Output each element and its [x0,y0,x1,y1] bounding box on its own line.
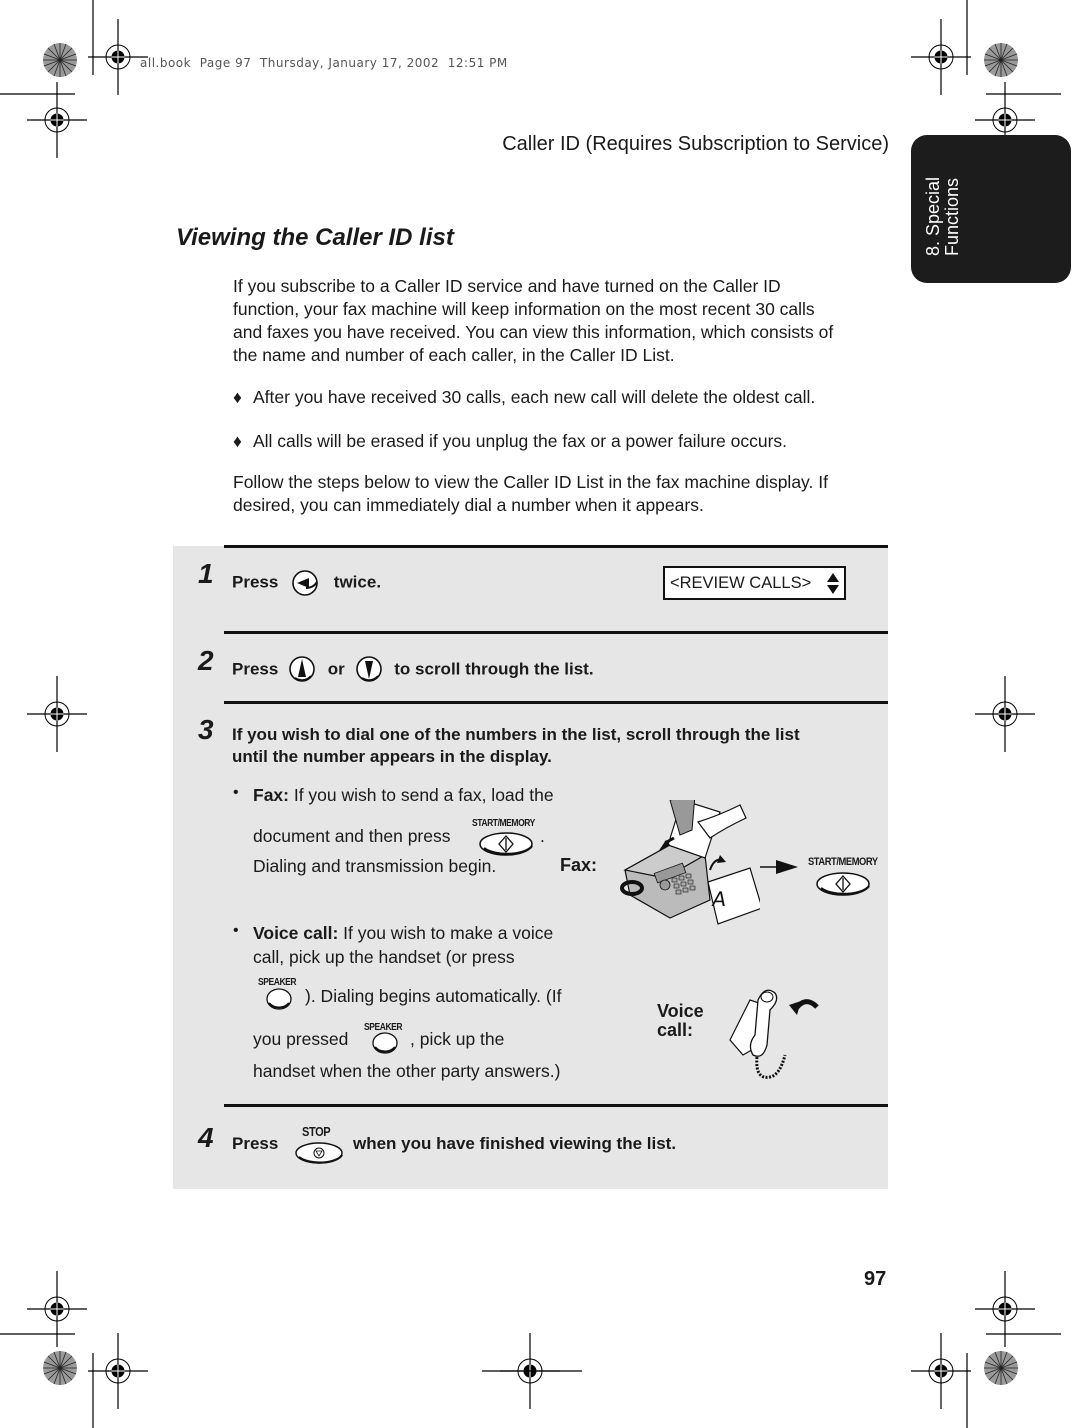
crosshair-mark-icon [974,675,1036,753]
running-header: Caller ID (Requires Subscription to Serv… [502,133,889,155]
crosshair-mark-icon [974,1270,1036,1348]
diamond-bullet-icon: ♦ [233,431,242,451]
step-divider [224,631,888,634]
voice-figure-label: Voice call: [657,1002,704,1040]
start-memory-key-label: START/MEMORY [472,818,535,829]
step-text-part: Press [232,572,279,592]
up-down-arrows-icon [827,573,839,594]
fax-text: Dialing and transmission begin. [253,856,497,876]
speaker-key-icon[interactable] [266,988,294,1012]
crosshair-mark-icon [87,18,149,96]
start-memory-key-icon [816,872,870,896]
chapter-tab-line1: 8. Special [923,176,943,256]
fax-instruction-line: document and then press [253,825,451,848]
sub-bullet-icon: • [233,922,239,939]
stop-key-icon[interactable] [294,1141,348,1167]
step-number: 1 [198,558,214,589]
step-text-part: or [327,659,345,679]
voice-instruction-line: Voice call: If you wish to make a voice [253,922,553,945]
crosshair-mark-icon [26,675,88,753]
lcd-text: <REVIEW CALLS> [670,574,812,592]
crosshair-mark-icon [26,1270,88,1348]
stop-key-label: STOP [302,1124,331,1139]
step-text-part: twice. [333,572,382,592]
voice-instruction-line: call, pick up the handset (or press [253,946,515,969]
fax-text: If you wish to send a fax, load the [288,785,554,805]
color-bar-mark-icon [42,42,78,78]
start-memory-figure-label: START/MEMORY [808,856,878,868]
follow-paragraph: Follow the steps below to view the Calle… [233,471,878,517]
intro-paragraph: If you subscribe to a Caller ID service … [233,275,878,367]
voice-text: you pressed [253,1029,349,1049]
chapter-tab-line2: Functions [942,177,962,256]
crosshair-mark-icon [910,18,972,96]
intro-line: function, your fax machine will keep inf… [233,299,815,319]
right-arrow-icon [760,860,798,874]
step-text-line: until the number appears in the display. [232,747,552,766]
voice-text: , pick up the [410,1029,505,1049]
voice-text: If you wish to make a voice [338,923,554,943]
bullet-item: ♦ All calls will be erased if you unplug … [233,430,787,453]
speaker-key-icon[interactable] [372,1032,400,1056]
intro-line: If you subscribe to a Caller ID service … [233,276,781,296]
follow-line: desired, you can immediately dial a numb… [233,495,704,515]
step-number: 2 [198,645,214,676]
color-bar-mark-icon [42,1350,78,1386]
fax-machine-illustration-icon: A [620,800,760,925]
handset-illustration-icon [729,989,819,1079]
fax-text: . [540,826,545,846]
step-divider [224,701,888,704]
voice-figure-label-line: Voice [657,1001,704,1021]
color-bar-mark-icon [983,42,1019,78]
intro-line: the name and number of each caller, in t… [233,345,675,365]
step-2-text: Press or to scroll through the list. [232,654,594,686]
fax-label: Fax: [253,785,289,805]
sub-bullet-icon: • [233,784,239,801]
fax-figure-label: Fax: [560,855,598,875]
crosshair-mark-icon [910,1332,972,1410]
voice-call-label: Voice call: [253,923,339,943]
step-text-line: If you wish to dial one of the numbers i… [232,725,800,744]
step-divider [224,1104,888,1107]
speaker-key-label: SPEAKER [258,977,297,988]
bullet-text: After you have received 30 calls, each n… [253,387,816,407]
step-text-part: when you have finished viewing the list. [353,1134,677,1153]
chapter-tab-label: 8. Special Functions [923,108,970,256]
voice-text: ). Dialing begins automatically. (If [305,986,562,1006]
crosshair-mark-icon [87,1332,149,1410]
page-number: 97 [864,1268,887,1290]
step-number: 4 [198,1122,214,1153]
voice-figure-label-line: call: [657,1020,694,1040]
intro-line: and faxes you have received. You can vie… [233,322,834,342]
step-4-text: Press [232,1134,278,1154]
diamond-bullet-icon: ♦ [233,387,242,407]
bullet-text: All calls will be erased if you unplug t… [253,431,788,451]
lcd-display: <REVIEW CALLS> [663,566,846,600]
down-arrow-key-icon [355,656,382,682]
step-divider [224,545,888,548]
step-text-part: Press [232,659,279,679]
color-bar-mark-icon [983,1350,1019,1386]
fax-text: document and then press [253,826,451,846]
step-1-text: Press twice. [232,568,381,598]
follow-line: Follow the steps below to view the Calle… [233,472,828,492]
voice-text: handset when the other party answers.) [253,1061,561,1081]
fax-instruction-line: Dialing and transmission begin. [253,855,496,878]
step-3-text: If you wish to dial one of the numbers i… [232,724,800,768]
fax-instruction-line: Fax: If you wish to send a fax, load the [253,784,554,807]
step-text-part: Press [232,1134,279,1153]
voice-text: call, pick up the handset (or press [253,947,515,967]
step-number: 3 [198,714,214,745]
up-arrow-key-icon [289,656,315,682]
left-arrow-key-icon [292,570,318,596]
bullet-item: ♦ After you have received 30 calls, each … [233,386,815,409]
section-title: Viewing the Caller ID list [176,224,454,251]
step-text-part: to scroll through the list. [394,659,594,679]
print-slug: all.book Page 97 Thursday, January 17, 2… [140,56,508,70]
